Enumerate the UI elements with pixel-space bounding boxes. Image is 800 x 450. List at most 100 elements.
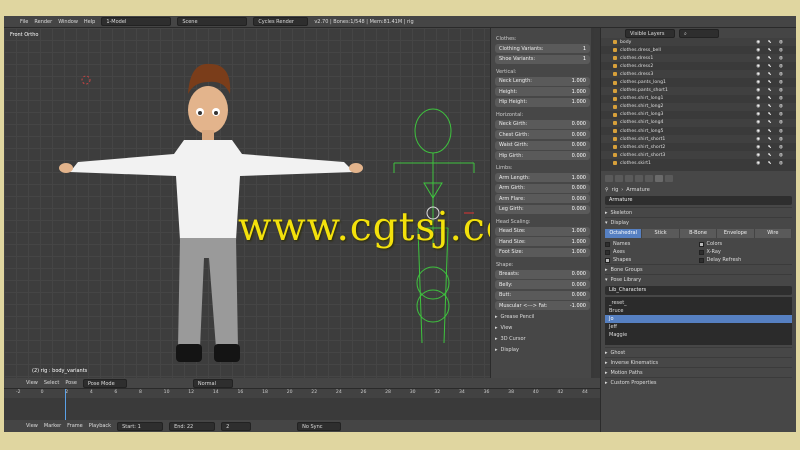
waist-girth-slider[interactable]: Waist Girth: 0.000 [495,140,590,150]
view-panel[interactable]: ▸ View [495,323,590,332]
outliner-item[interactable]: clothes.dress2 ◉ ⬉ ◍ [601,62,796,70]
menu-frame[interactable]: Frame [67,423,83,429]
visibility-icon[interactable]: ◉ ⬉ ◍ [756,80,786,85]
tab-render-icon[interactable] [605,174,613,182]
tab-constraints-icon[interactable] [645,174,653,182]
outliner-item[interactable]: clothes.shirt_long1 ◉ ⬉ ◍ [601,95,796,103]
bone-groups-panel[interactable]: ▸ Bone Groups [605,264,792,274]
outliner-item[interactable]: clothes.shirt_short3 ◉ ⬉ ◍ [601,151,796,160]
visibility-icon[interactable]: ◉ ⬉ ◍ [756,72,786,77]
outliner-item[interactable]: clothes.pants_long1 ◉ ⬉ ◍ [601,78,796,86]
chest-girth-slider[interactable]: Chest Girth: 0.000 [495,130,590,139]
tab-scene-icon[interactable] [615,174,623,182]
outliner-search-input[interactable]: ⌕ [679,28,719,38]
breasts-slider[interactable]: Breasts: 0.000 [495,269,590,279]
height-slider[interactable]: Height: 1.000 [495,87,590,96]
current-frame-field[interactable]: 2 [221,421,252,431]
outliner-item[interactable]: clothes.shirt_long5 ◉ ⬉ ◍ [601,127,796,135]
arm-girth-slider[interactable]: Arm Girth: 0.000 [495,183,590,193]
colors-checkbox[interactable]: Colors [698,240,793,248]
names-checkbox[interactable]: Names [605,240,699,248]
pose-item[interactable]: Bruce [605,307,792,315]
mode-envelope[interactable]: Envelope [717,229,755,238]
visibility-icon[interactable]: ◉ ⬉ ◍ [756,161,786,166]
scene-dropdown[interactable]: Scene [177,17,248,26]
display-panel[interactable]: ▸ Display [495,345,590,354]
mode-octahedral[interactable]: Octahedral [605,229,643,238]
muscular-fat-slider[interactable]: Muscular <---> Fat: -1.000 [495,301,590,310]
outliner-item[interactable]: clothes.shirt_long3 ◉ ⬉ ◍ [601,111,796,119]
menu-view[interactable]: View [26,423,38,429]
outliner-item[interactable]: clothes.dress1 ◉ ⬉ ◍ [601,54,796,63]
pose-item[interactable]: Jeff [605,323,792,331]
ik-panel[interactable]: ▸ Inverse Kinematics [605,357,792,367]
custom-properties-panel[interactable]: ▸ Custom Properties [605,377,792,387]
outliner-item[interactable]: clothes.shirt_long2 ◉ ⬉ ◍ [601,102,796,111]
menu-help[interactable]: Help [84,19,95,25]
axes-checkbox[interactable]: Axes [605,248,699,256]
grease-pencil-panel[interactable]: ▸ Grease Pencil [495,312,590,321]
butt-slider[interactable]: Butt: 0.000 [495,290,590,300]
menu-render[interactable]: Render [34,19,52,25]
outliner-item[interactable]: clothes.dress3 ◉ ⬉ ◍ [601,70,796,79]
armature-name-field[interactable]: Armature [605,196,792,205]
visibility-icon[interactable]: ◉ ⬉ ◍ [756,137,786,142]
xray-checkbox[interactable]: X-Ray [698,248,793,256]
arm-length-slider[interactable]: Arm Length: 1.000 [495,173,590,182]
visibility-icon[interactable]: ◉ ⬉ ◍ [756,88,786,93]
pose-item[interactable]: _reset_ [605,299,792,307]
current-frame-line[interactable] [65,389,67,421]
visibility-icon[interactable]: ◉ ⬉ ◍ [756,153,786,158]
display-panel-header[interactable]: ▾ Display [605,217,792,227]
arm-flare-slider[interactable]: Arm Flare: 0.000 [495,194,590,203]
pose-library-field[interactable]: Lib_Characters [605,286,792,295]
outliner-item[interactable]: clothes.shirt_short1 ◉ ⬉ ◍ [601,135,796,144]
mode-bbone[interactable]: B-Bone [679,229,718,238]
neck-girth-slider[interactable]: Neck Girth: 0.000 [495,119,590,129]
outliner-item[interactable]: clothes.skirt1 ◉ ⬉ ◍ [601,159,796,167]
pose-library-panel[interactable]: ▾ Pose Library [605,274,792,284]
pose-item-selected[interactable]: Jo [605,315,792,323]
menu-marker[interactable]: Marker [44,423,61,429]
tab-object-icon[interactable] [635,174,643,182]
outliner-item[interactable]: clothes.shirt_short2 ◉ ⬉ ◍ [601,143,796,151]
outliner-item[interactable]: body ◉ ⬉ ◍ [601,38,796,47]
hip-girth-slider[interactable]: Hip Girth: 0.000 [495,151,590,160]
visibility-icon[interactable]: ◉ ⬉ ◍ [756,129,786,134]
mode-dropdown[interactable]: Pose Mode [82,378,127,388]
shapes-checkbox[interactable]: Shapes [605,256,699,264]
tab-bone-icon[interactable] [665,174,673,182]
head-size-slider[interactable]: Head Size: 1.000 [495,226,590,236]
visibility-icon[interactable]: ◉ ⬉ ◍ [756,120,786,125]
ghost-panel[interactable]: ▸ Ghost [605,347,792,357]
3d-cursor-panel[interactable]: ▸ 3D Cursor [495,334,590,343]
outliner-item[interactable]: clothes.shirt_long4 ◉ ⬉ ◍ [601,118,796,128]
shoe-variants-field[interactable]: Shoe Variants: 1 [495,54,590,64]
belly-slider[interactable]: Belly: 0.000 [495,280,590,289]
hand-size-slider[interactable]: Hand Size: 1.000 [495,237,590,246]
menu-window[interactable]: Window [58,19,78,25]
outliner-item[interactable]: clothes.pants_short1 ◉ ⬉ ◍ [601,86,796,95]
motion-paths-panel[interactable]: ▸ Motion Paths [605,367,792,377]
leg-girth-slider[interactable]: Leg Girth: 0.000 [495,204,590,214]
clothing-variants-field[interactable]: Clothing Variants: 1 [495,44,590,53]
3d-viewport[interactable]: Front Ortho (2) rig: body_variants [4,28,490,378]
pivot-dropdown[interactable]: Normal [192,378,233,388]
delay-refresh-checkbox[interactable]: Delay Refresh [698,256,793,264]
outliner-view-dropdown[interactable]: Visible Layers [625,28,675,38]
layout-dropdown[interactable]: 1-Model [101,17,172,26]
start-frame-field[interactable]: Start: 1 [117,421,164,431]
visibility-icon[interactable]: ◉ ⬉ ◍ [756,64,786,69]
neck-length-slider[interactable]: Neck Length: 1.000 [495,76,590,86]
menu-file[interactable]: File [20,19,28,25]
sync-dropdown[interactable]: No Sync [297,421,342,431]
props-scrollbar[interactable] [591,28,594,378]
visibility-icon[interactable]: ◉ ⬉ ◍ [756,112,786,117]
menu-playback[interactable]: Playback [89,423,111,429]
tab-world-icon[interactable] [625,174,633,182]
hip-height-slider[interactable]: Hip Height: 1.000 [495,97,590,107]
foot-size-slider[interactable]: Foot Size: 1.000 [495,247,590,257]
visibility-icon[interactable]: ◉ ⬉ ◍ [756,40,786,45]
menu-select[interactable]: Select [44,380,59,386]
skeleton-panel[interactable]: ▸ Skeleton [605,207,792,217]
